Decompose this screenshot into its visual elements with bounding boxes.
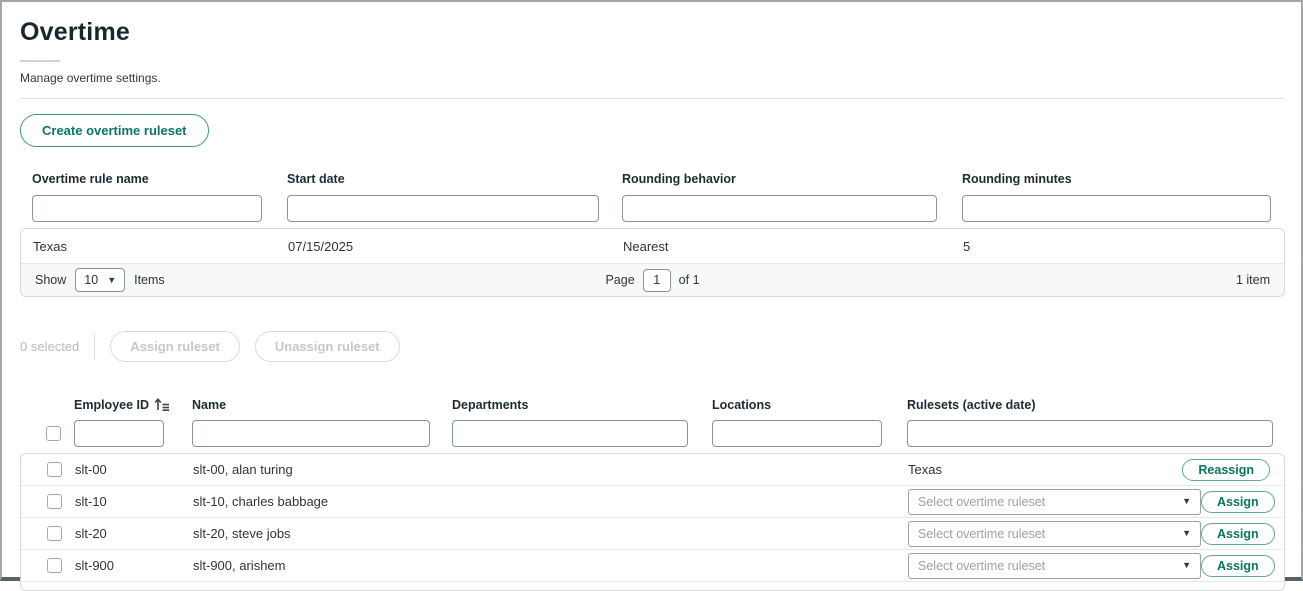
selected-count-label: 0 selected xyxy=(20,339,79,354)
ruleset-select-placeholder: Select overtime ruleset xyxy=(918,559,1045,573)
header-divider xyxy=(20,98,1285,99)
total-items-label: 1 item xyxy=(1236,273,1270,287)
filter-name-input[interactable] xyxy=(192,420,430,447)
employee-name-cell: slt-00, alan turing xyxy=(193,462,453,477)
employee-name-cell: slt-10, charles babbage xyxy=(193,494,453,509)
employee-id-cell: slt-00 xyxy=(75,462,193,477)
rulesets-pagination-bar: Show 10 ▼ Items Page of 1 1 item xyxy=(21,264,1284,296)
filter-rulesets-input[interactable] xyxy=(907,420,1273,447)
filter-departments-input[interactable] xyxy=(452,420,688,447)
page-label: Page xyxy=(605,273,634,287)
assign-button[interactable]: Assign xyxy=(1201,523,1275,545)
filter-start-date-input[interactable] xyxy=(287,195,599,222)
ruleset-name-cell: Texas xyxy=(33,239,288,254)
page-size-select[interactable]: 10 ▼ xyxy=(75,268,125,292)
table-row[interactable]: slt-00 slt-00, alan turing Texas Reassig… xyxy=(21,454,1284,486)
start-date-cell: 07/15/2025 xyxy=(288,239,623,254)
column-start-date: Start date xyxy=(287,172,622,186)
select-row-checkbox[interactable] xyxy=(47,558,62,573)
chevron-down-icon: ▼ xyxy=(1182,529,1191,538)
assigned-ruleset-label: Texas xyxy=(908,462,942,477)
filter-employee-id-input[interactable] xyxy=(74,420,164,447)
filter-overtime-rule-name-input[interactable] xyxy=(32,195,262,222)
filter-rounding-minutes-input[interactable] xyxy=(962,195,1271,222)
employee-id-cell: slt-20 xyxy=(75,526,193,541)
employee-id-cell: slt-10 xyxy=(75,494,193,509)
employees-table-header: Employee ID Name Departments Locations R… xyxy=(20,397,1285,412)
ruleset-select-dropdown[interactable]: Select overtime ruleset ▼ xyxy=(908,521,1201,547)
column-rulesets: Rulesets (active date) xyxy=(907,398,1285,412)
employees-table-card: slt-00 slt-00, alan turing Texas Reassig… xyxy=(20,453,1285,591)
rulesets-table-header: Overtime rule name Start date Rounding b… xyxy=(20,172,1285,186)
overtime-settings-page: { "page": { "title": "Overtime", "subtit… xyxy=(0,0,1303,581)
assign-ruleset-button[interactable]: Assign ruleset xyxy=(110,331,240,362)
table-row[interactable]: Texas 07/15/2025 Nearest 5 xyxy=(21,229,1284,264)
select-row-checkbox[interactable] xyxy=(47,526,62,541)
ruleset-select-dropdown[interactable]: Select overtime ruleset ▼ xyxy=(908,553,1201,579)
column-rounding-behavior: Rounding behavior xyxy=(622,172,962,186)
assign-button[interactable]: Assign xyxy=(1201,491,1275,513)
title-underline xyxy=(20,60,60,62)
table-row[interactable]: slt-10 slt-10, charles babbage Select ov… xyxy=(21,486,1284,518)
rounding-minutes-cell: 5 xyxy=(963,239,1284,254)
column-employee-id[interactable]: Employee ID xyxy=(74,397,192,412)
select-row-checkbox[interactable] xyxy=(47,462,62,477)
assign-button[interactable]: Assign xyxy=(1201,555,1275,577)
sort-ascending-icon[interactable] xyxy=(154,397,170,412)
ruleset-select-placeholder: Select overtime ruleset xyxy=(918,527,1045,541)
employee-name-cell: slt-900, arishem xyxy=(193,558,453,573)
rulesets-table-filters xyxy=(20,195,1285,222)
ruleset-select-placeholder: Select overtime ruleset xyxy=(918,495,1045,509)
column-rounding-minutes: Rounding minutes xyxy=(962,172,1285,186)
column-overtime-rule-name: Overtime rule name xyxy=(32,172,287,186)
reassign-button[interactable]: Reassign xyxy=(1182,459,1270,481)
unassign-ruleset-button[interactable]: Unassign ruleset xyxy=(255,331,400,362)
show-label: Show xyxy=(35,273,66,287)
chevron-down-icon: ▼ xyxy=(1182,561,1191,570)
table-row[interactable]: slt-20 slt-20, steve jobs Select overtim… xyxy=(21,518,1284,550)
page-of-label: of 1 xyxy=(679,273,700,287)
chevron-down-icon: ▼ xyxy=(107,276,116,285)
column-name: Name xyxy=(192,398,452,412)
page-size-value: 10 xyxy=(84,273,98,287)
page-title: Overtime xyxy=(20,18,1285,47)
rounding-behavior-cell: Nearest xyxy=(623,239,963,254)
rulesets-table-card: Texas 07/15/2025 Nearest 5 Show 10 ▼ Ite… xyxy=(20,228,1285,297)
employee-name-cell: slt-20, steve jobs xyxy=(193,526,453,541)
select-all-checkbox[interactable] xyxy=(46,426,61,441)
select-row-checkbox[interactable] xyxy=(47,494,62,509)
create-overtime-ruleset-button[interactable]: Create overtime ruleset xyxy=(20,114,209,147)
items-label: Items xyxy=(134,273,165,287)
column-locations: Locations xyxy=(712,398,907,412)
selection-toolbar: 0 selected Assign ruleset Unassign rules… xyxy=(20,331,1285,362)
filter-locations-input[interactable] xyxy=(712,420,882,447)
employee-id-label: Employee ID xyxy=(74,398,149,412)
table-bottom-padding xyxy=(21,582,1284,590)
ruleset-select-dropdown[interactable]: Select overtime ruleset ▼ xyxy=(908,489,1201,515)
employees-table-filters xyxy=(20,420,1285,447)
chevron-down-icon: ▼ xyxy=(1182,497,1191,506)
toolbar-divider xyxy=(94,334,95,360)
column-departments: Departments xyxy=(452,398,712,412)
table-row[interactable]: slt-900 slt-900, arishem Select overtime… xyxy=(21,550,1284,582)
filter-rounding-behavior-input[interactable] xyxy=(622,195,937,222)
page-number-input[interactable] xyxy=(643,269,671,292)
employee-id-cell: slt-900 xyxy=(75,558,193,573)
page-subtitle: Manage overtime settings. xyxy=(20,71,1285,85)
